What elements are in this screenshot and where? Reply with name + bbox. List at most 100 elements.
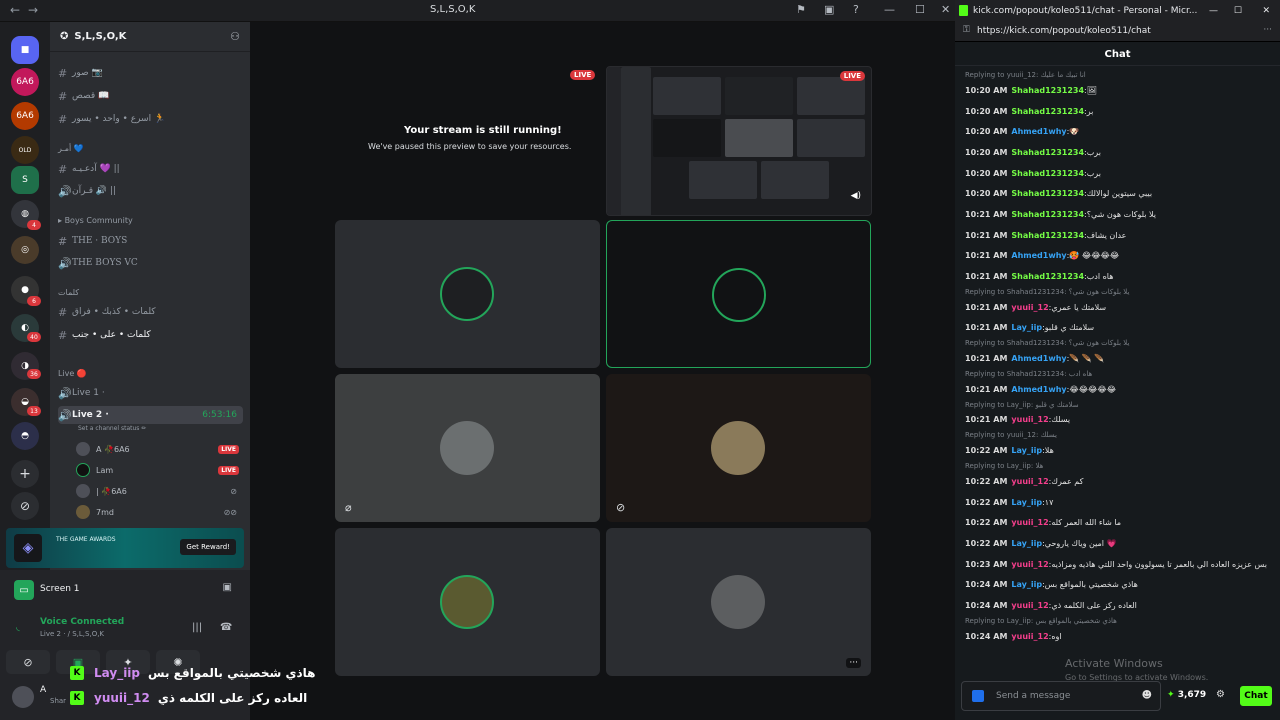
channel-item[interactable]: # قصص 📖 — [58, 87, 243, 105]
add-server-icon[interactable]: + — [11, 460, 39, 488]
voice-channel-item[interactable]: 🔊 قـرآن 🔊 || — [58, 182, 243, 200]
voice-channel-item[interactable]: 🔊 THE BOYS VC — [58, 254, 243, 272]
message-user[interactable]: Ahmed1why — [1011, 354, 1066, 363]
message-user[interactable]: Shahad1231234 — [1011, 210, 1084, 219]
stream-preview[interactable]: LIVE ◀) — [606, 66, 872, 216]
chat-send-button[interactable]: Chat — [1240, 686, 1272, 706]
channel-item[interactable]: # كلمات • على • جنب — [58, 326, 243, 344]
screen-icon[interactable]: ▣ — [824, 3, 834, 16]
minimize-button[interactable]: — — [1209, 6, 1218, 16]
channel-item[interactable]: # كلمات • كذبك • فراق — [58, 303, 243, 321]
message-user[interactable]: Ahmed1why — [1011, 385, 1066, 394]
server-icon[interactable]: ◓ — [11, 422, 39, 450]
message-user[interactable]: Lay_iip — [1011, 498, 1042, 507]
stop-share-icon[interactable]: ▣ — [223, 582, 232, 593]
category-label[interactable]: Live 🔴 — [58, 369, 87, 378]
promo-banner[interactable]: ◈ THE GAME AWARDS Get Reward! — [6, 528, 244, 568]
forward-arrow-icon[interactable]: → — [28, 3, 38, 17]
message-user[interactable]: Shahad1231234 — [1011, 148, 1084, 157]
voice-channel-item[interactable]: 🔊 Live 1 · — [58, 384, 243, 402]
message-user[interactable]: Shahad1231234 — [1011, 107, 1084, 116]
voice-location[interactable]: Live 2 · / S,L,S,O,K — [40, 630, 104, 638]
message-user[interactable]: yuuii_12 — [1011, 415, 1048, 424]
message-user[interactable]: yuuii_12 — [1011, 632, 1048, 641]
server-header[interactable]: ✪ S,L,S,O,K ⚇ — [50, 22, 250, 52]
channel-item[interactable]: # آدعـيـه 💜 || — [58, 160, 243, 178]
close-button[interactable]: ✕ — [941, 3, 950, 16]
more-icon[interactable]: ··· — [1263, 25, 1272, 35]
participant-tile[interactable]: ⌀ — [335, 374, 600, 522]
chat-input[interactable]: Send a message ☻ — [961, 681, 1161, 711]
message-user[interactable]: yuuii_12 — [1011, 560, 1048, 569]
message-user[interactable]: Shahad1231234 — [1011, 169, 1084, 178]
message-user[interactable]: Lay_iip — [1011, 580, 1042, 589]
invite-icon[interactable]: ⚇ — [230, 30, 240, 43]
address-bar[interactable]: ⚿ https://kick.com/popout/koleo511/chat … — [955, 22, 1280, 42]
message-user[interactable]: Ahmed1why — [1011, 127, 1066, 136]
get-reward-button[interactable]: Get Reward! — [180, 539, 236, 555]
direct-messages-icon[interactable]: ■ — [11, 36, 39, 64]
maximize-button[interactable]: ☐ — [915, 3, 925, 16]
server-icon[interactable]: 6A6 — [11, 102, 39, 130]
volume-icon[interactable]: ◀) — [851, 191, 861, 201]
message-user[interactable]: Shahad1231234 — [1011, 231, 1084, 240]
url-text[interactable]: https://kick.com/popout/koleo511/chat — [977, 26, 1151, 36]
category-label[interactable]: كلمات — [58, 288, 79, 297]
message-text: ١٧ — [1044, 497, 1054, 507]
emoji-icon[interactable]: ☻ — [1142, 690, 1152, 701]
noise-suppression-icon[interactable]: ||| — [192, 622, 202, 633]
voice-user[interactable]: | 🥀6A6 ⊘ — [76, 482, 241, 500]
inbox-icon[interactable]: ⚑ — [796, 3, 806, 16]
message-user[interactable]: yuuii_12 — [1011, 518, 1048, 527]
channel-item[interactable]: # اسرع • واحد • يسور 🏃 — [58, 110, 243, 128]
channel-label: كلمات • كذبك • فراق — [72, 307, 156, 317]
message-text: عدان يشاف — [1086, 230, 1127, 240]
discover-icon[interactable]: ⊘ — [11, 492, 39, 520]
minimize-button[interactable]: — — [884, 3, 895, 16]
back-arrow-icon[interactable]: ← — [10, 3, 20, 17]
message-user[interactable]: Ahmed1why — [1011, 251, 1066, 260]
message-user[interactable]: yuuii_12 — [1011, 601, 1048, 610]
server-icon-active[interactable]: S — [11, 166, 39, 194]
set-channel-status[interactable]: Set a channel status ✏ — [78, 425, 146, 432]
message-user[interactable]: Lay_iip — [1011, 446, 1042, 455]
channel-item[interactable]: # صور 📷 — [58, 64, 243, 82]
server-icon[interactable]: 6A6 — [11, 68, 39, 96]
participant-tile[interactable] — [335, 528, 600, 676]
user-avatar[interactable] — [12, 686, 34, 708]
voice-user[interactable]: 7md ⊘⊘ — [76, 503, 241, 521]
more-options-button[interactable]: ··· — [846, 658, 861, 668]
voice-user[interactable]: Lam LIVE — [76, 461, 241, 479]
help-icon[interactable]: ? — [853, 3, 859, 16]
category-label[interactable]: أمـر 💙 — [58, 144, 84, 153]
close-button[interactable]: ✕ — [1262, 6, 1270, 16]
message-user[interactable]: Shahad1231234 — [1011, 189, 1084, 198]
category-label[interactable]: ▸ Boys Community — [58, 216, 133, 225]
voice-user[interactable]: A 🥀6A6 LIVE — [76, 440, 241, 458]
message-user[interactable]: Shahad1231234 — [1011, 272, 1084, 281]
message-time: 10:22 AM — [965, 497, 1008, 507]
chat-message: 10:20 AM Shahad1231234: برب — [965, 142, 1270, 163]
message-user[interactable]: Shahad1231234 — [1011, 86, 1084, 95]
participant-tile[interactable] — [335, 220, 600, 368]
disconnect-icon[interactable]: ☎ — [220, 622, 232, 633]
voice-channel-item-active[interactable]: 🔊 Live 2 · 6:53:16 — [58, 406, 243, 424]
signal-icon[interactable]: ◟ — [16, 622, 20, 633]
message-user[interactable]: Lay_iip — [1011, 323, 1042, 332]
game-awards-logo-icon: ◈ — [14, 534, 42, 562]
channel-item[interactable]: # THE · BOYS — [58, 232, 243, 250]
camera-off-button[interactable]: ⊘ — [6, 650, 50, 674]
message-user[interactable]: yuuii_12 — [1011, 477, 1048, 486]
message-user[interactable]: yuuii_12 — [1011, 303, 1048, 312]
channel-points[interactable]: ✦ 3,679 — [1167, 690, 1206, 700]
server-icon[interactable]: ◎ — [11, 236, 39, 264]
participant-tile[interactable]: ⊘ — [606, 374, 871, 522]
message-time: 10:22 AM — [965, 476, 1008, 486]
settings-icon[interactable]: ⚙ — [1216, 689, 1225, 700]
participant-tile[interactable]: ··· — [606, 528, 871, 676]
message-user[interactable]: Lay_iip — [1011, 539, 1042, 548]
server-icon[interactable]: OLD — [11, 136, 39, 164]
voice-status[interactable]: Voice Connected — [40, 617, 124, 627]
participant-tile-speaking[interactable] — [606, 220, 871, 368]
maximize-button[interactable]: ☐ — [1234, 6, 1242, 16]
